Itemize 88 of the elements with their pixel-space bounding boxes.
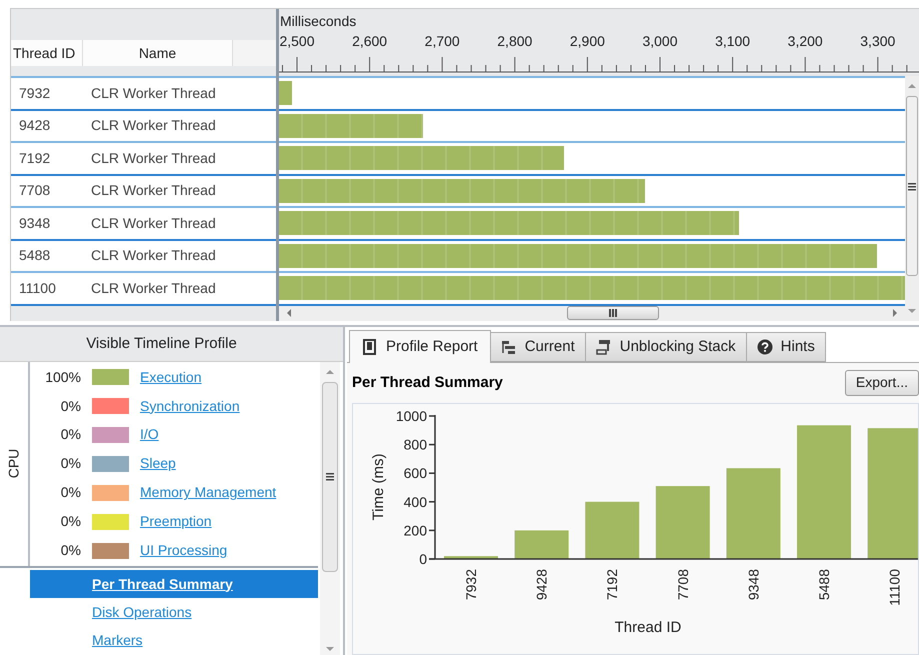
scrollbar-thumb[interactable] bbox=[322, 382, 338, 572]
tick-label: 3,000 bbox=[642, 33, 678, 49]
category-link[interactable]: I/O bbox=[140, 424, 159, 446]
tick-label: 2,900 bbox=[570, 33, 605, 49]
report-title: Per Thread Summary bbox=[352, 372, 503, 393]
percent-value: 0% bbox=[60, 396, 81, 416]
percent-value: 0% bbox=[60, 483, 81, 502]
tick-label: 5488 bbox=[816, 568, 832, 600]
report-item[interactable]: Disk Operations bbox=[30, 598, 318, 626]
tick-label: 9348 bbox=[745, 568, 762, 600]
scrollbar-thumb[interactable] bbox=[567, 306, 659, 320]
tick-label: 1000 bbox=[396, 408, 427, 424]
bar bbox=[444, 556, 498, 559]
thread-name: CLR Worker Thread bbox=[91, 84, 216, 103]
thread-id: 5488 bbox=[18, 246, 52, 266]
stack-icon bbox=[596, 338, 612, 355]
tick-label: 2,600 bbox=[352, 33, 388, 49]
scroll-up-icon[interactable] bbox=[326, 370, 334, 374]
category-link[interactable]: Synchronization bbox=[140, 396, 240, 417]
percent-value: 100% bbox=[44, 368, 81, 387]
percent-value: 0% bbox=[60, 541, 81, 560]
gantt-icon bbox=[500, 338, 517, 355]
document-icon bbox=[362, 338, 378, 355]
tick-label: 2,700 bbox=[424, 33, 460, 49]
thread-name: CLR Worker Thread bbox=[91, 246, 216, 266]
scroll-right-icon[interactable] bbox=[893, 309, 897, 318]
thread-id: 7192 bbox=[18, 148, 52, 168]
category-link[interactable]: Execution bbox=[140, 366, 202, 388]
help-icon bbox=[756, 338, 773, 355]
axis-title: Time (ms) bbox=[370, 453, 387, 520]
thread-name: CLR Worker Thread bbox=[91, 278, 216, 298]
export-button[interactable]: Export... bbox=[844, 370, 919, 396]
thread-name: CLR Worker Thread bbox=[91, 148, 216, 168]
thread-id: 7932 bbox=[18, 84, 52, 103]
horizontal-scrollbar[interactable] bbox=[279, 306, 905, 321]
tick-label: 0 bbox=[419, 550, 427, 567]
thread-id: 9428 bbox=[18, 116, 52, 136]
tick-label: 11100 bbox=[886, 568, 903, 606]
scroll-left-icon[interactable] bbox=[287, 309, 291, 318]
tick-label: 800 bbox=[404, 436, 427, 452]
grip-icon bbox=[908, 182, 916, 190]
thread-name: CLR Worker Thread bbox=[91, 181, 216, 200]
tick-label: 7708 bbox=[674, 568, 691, 600]
tab[interactable]: Profile Report bbox=[349, 330, 491, 363]
scroll-down-icon[interactable] bbox=[326, 647, 334, 651]
percent-value: 0% bbox=[60, 454, 81, 474]
tick-label: 400 bbox=[404, 494, 427, 510]
report-item[interactable]: Per Thread Summary bbox=[30, 570, 318, 598]
tick-label: 3,100 bbox=[715, 33, 750, 49]
vertical-scrollbar[interactable] bbox=[320, 362, 340, 655]
tick-label: 7192 bbox=[604, 568, 620, 600]
percent-value: 0% bbox=[60, 425, 81, 444]
scrollbar-thumb[interactable] bbox=[906, 96, 918, 276]
tab[interactable]: Current bbox=[490, 332, 586, 362]
tab[interactable]: Hints bbox=[746, 332, 826, 362]
thread-name: CLR Worker Thread bbox=[91, 116, 216, 136]
axis-title: Milliseconds bbox=[280, 12, 356, 31]
tick-label: 600 bbox=[404, 464, 427, 481]
thread-id: 11100 bbox=[18, 278, 57, 298]
thread-name: CLR Worker Thread bbox=[91, 214, 216, 233]
bar bbox=[585, 502, 640, 559]
percent-value: 0% bbox=[60, 512, 81, 532]
scroll-up-icon[interactable] bbox=[908, 84, 916, 88]
tick-label: 9428 bbox=[534, 568, 550, 600]
tick-label: 200 bbox=[404, 522, 427, 538]
tick-label: 3,200 bbox=[788, 33, 823, 49]
thread-id: 9348 bbox=[18, 214, 52, 233]
column-header[interactable]: Thread ID bbox=[11, 40, 83, 66]
bar bbox=[514, 530, 569, 559]
report-item[interactable]: Markers bbox=[30, 626, 318, 655]
panel-title: Visible Timeline Profile bbox=[0, 326, 343, 362]
thread-id: 7708 bbox=[18, 181, 52, 200]
axis-title: Thread ID bbox=[614, 618, 682, 636]
category-link[interactable]: Memory Management bbox=[140, 482, 276, 504]
tick-label: 2,500 bbox=[279, 33, 315, 49]
tab[interactable]: Unblocking Stack bbox=[584, 332, 747, 362]
category-link[interactable]: Sleep bbox=[140, 453, 176, 474]
category-link[interactable]: UI Processing bbox=[140, 540, 228, 562]
column-header[interactable]: Name bbox=[83, 40, 233, 66]
tick-label: 7932 bbox=[463, 568, 479, 600]
vertical-scrollbar[interactable] bbox=[905, 76, 919, 321]
tick-label: 2,800 bbox=[497, 33, 532, 49]
grip-icon bbox=[608, 309, 618, 318]
category-link[interactable]: Preemption bbox=[140, 511, 212, 532]
group-label: CPU bbox=[4, 449, 22, 479]
scroll-down-icon[interactable] bbox=[908, 308, 916, 313]
tick-label: 3,300 bbox=[860, 33, 896, 49]
grip-icon bbox=[326, 472, 334, 482]
